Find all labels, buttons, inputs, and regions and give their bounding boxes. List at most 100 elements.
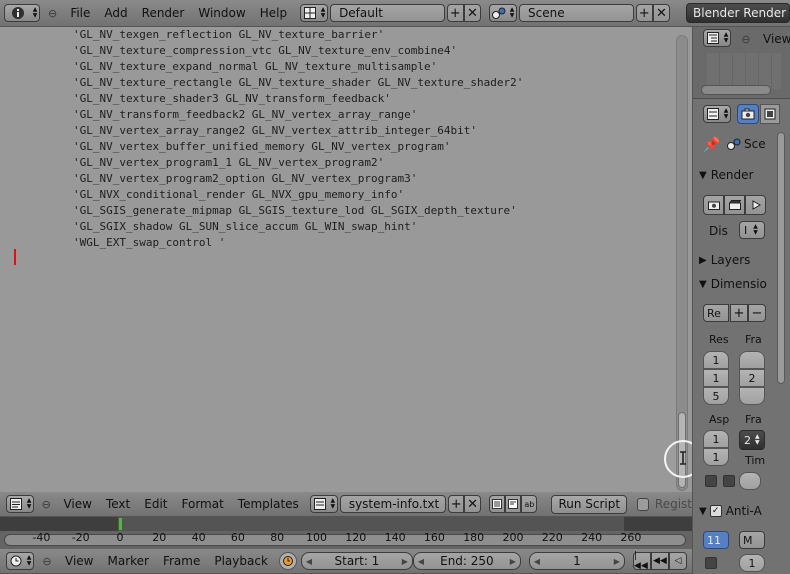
chevron-updown-icon: ▲ ▼ <box>32 6 38 19</box>
timeline-type-button[interactable]: ▲ ▼ <box>6 552 34 570</box>
resolution-x-field[interactable]: 1 <box>703 351 729 369</box>
render-animation-button[interactable] <box>724 195 745 215</box>
jump-start-button[interactable]: |◀◀ <box>632 551 651 571</box>
jump-keyframe-back-button[interactable]: ◀◀ <box>650 552 669 570</box>
crop-checkbox[interactable] <box>723 475 735 487</box>
antialiasing-checkbox[interactable]: ✓ <box>709 505 722 517</box>
code-line: 'GL_NV_texture_compression_vtc GL_NV_tex… <box>73 44 458 57</box>
frame-range-label: Fra <box>745 333 762 346</box>
editor-type-button[interactable]: ▲ ▼ <box>4 4 40 22</box>
outliner-grid <box>707 53 781 89</box>
text-editor-type-button[interactable]: ▲ ▼ <box>6 495 34 513</box>
current-frame-field[interactable]: ◀ 1 ▶ <box>528 552 625 570</box>
frame-end-field[interactable]: 2 <box>739 369 765 387</box>
run-script-button[interactable]: Run Script <box>551 494 628 514</box>
scene-field[interactable]: Scene <box>519 4 634 22</box>
screen-layout-field[interactable]: Default <box>330 4 445 22</box>
word-wrap-toggle[interactable] <box>504 495 522 513</box>
text-menu-item-1[interactable]: Text <box>99 497 137 511</box>
render-panel-header[interactable]: ▼ Render <box>699 165 789 185</box>
aspect-y-field[interactable]: 1 <box>703 448 729 466</box>
text-menu-item-0[interactable]: View <box>56 497 98 511</box>
time-old-field[interactable] <box>739 472 761 490</box>
collapse-menus-icon[interactable]: ⊖ <box>40 554 54 568</box>
play-render-button[interactable] <box>745 195 766 215</box>
add-preset-button[interactable]: + <box>730 304 748 322</box>
text-menu-item-2[interactable]: Edit <box>137 497 174 511</box>
display-dropdown[interactable]: I ▲ ▼ <box>739 221 765 239</box>
timeline-menu-item-2[interactable]: Frame <box>156 554 207 568</box>
line-numbers-toggle[interactable] <box>488 495 505 513</box>
text-datablock-button[interactable]: ▲ ▼ <box>309 495 338 513</box>
current-frame-indicator[interactable] <box>118 518 122 530</box>
antialiasing-panel-header[interactable]: ▼ ✓ Anti-A <box>699 501 789 521</box>
aa-samples-button[interactable]: 11 <box>703 531 729 549</box>
top-menu-item-2[interactable]: Render <box>135 6 192 20</box>
add-scene-button[interactable]: + <box>635 4 653 22</box>
dimensions-panel-header[interactable]: ▼ Dimensio <box>699 274 789 294</box>
timeline[interactable]: -40 -20 0 20 40 60 80 100 120 140 160 180 200 220 240 2… <box>0 517 692 549</box>
render-preset-dropdown[interactable]: Re <box>703 304 729 322</box>
render-context-button[interactable] <box>737 104 759 124</box>
add-screen-button[interactable]: + <box>446 4 464 22</box>
code-line: 'GL_SGIS_generate_mipmap GL_SGIS_texture… <box>73 204 517 217</box>
top-menu-item-0[interactable]: File <box>63 6 97 20</box>
new-text-button[interactable]: + <box>448 495 465 513</box>
render-layers-icon <box>764 108 776 120</box>
render-layers-context-button[interactable] <box>760 104 780 124</box>
render-still-button[interactable] <box>703 195 724 215</box>
full-sample-checkbox[interactable] <box>705 557 717 569</box>
sync-icon[interactable] <box>278 552 297 570</box>
syntax-highlight-toggle[interactable]: ab <box>521 495 538 513</box>
aspect-x-field[interactable]: 1 <box>703 430 729 448</box>
aa-filter-dropdown[interactable]: M <box>739 531 765 549</box>
layers-panel-header[interactable]: ▶ Layers <box>699 250 789 270</box>
current-frame-label: 1 <box>573 554 581 568</box>
play-reverse-button[interactable]: ◁ <box>668 552 687 570</box>
top-menu-item-3[interactable]: Window <box>191 6 252 20</box>
text-content: 'GL_NV_texgen_reflection GL_NV_texture_b… <box>73 27 523 251</box>
collapse-menus-icon[interactable]: ⊖ <box>40 497 52 511</box>
frame-range <box>118 517 624 531</box>
top-menu-item-4[interactable]: Help <box>253 6 294 20</box>
resolution-y-field[interactable]: 1 <box>703 369 729 387</box>
frame-rate-dropdown[interactable]: 2 ▲ ▼ <box>739 430 765 450</box>
timeline-menu-item-0[interactable]: View <box>58 554 100 568</box>
frame-step-field[interactable] <box>739 387 765 405</box>
properties-type-button[interactable]: ▲ ▼ <box>703 105 731 123</box>
timeline-menu-item-1[interactable]: Marker <box>100 554 155 568</box>
text-menu-item-4[interactable]: Templates <box>231 497 306 511</box>
collapse-menus-icon[interactable]: ⊖ <box>46 6 59 20</box>
code-line: 'GL_NV_vertex_program2_option GL_NV_vert… <box>73 172 418 185</box>
vertical-scrollbar[interactable] <box>676 35 688 491</box>
clock-icon <box>7 552 25 570</box>
frame-start-field[interactable] <box>739 351 765 369</box>
resolution-percent-field[interactable]: 5 <box>703 387 729 405</box>
start-frame-field[interactable]: ◀ Start: 1 ▶ <box>300 552 413 570</box>
remove-screen-button[interactable]: ✕ <box>463 4 482 22</box>
timeline-menu-item-3[interactable]: Playback <box>207 554 275 568</box>
filename-field[interactable]: system-info.txt <box>339 495 447 513</box>
unlink-text-button[interactable]: ✕ <box>464 495 481 513</box>
register-checkbox[interactable] <box>637 497 649 511</box>
remove-scene-button[interactable]: ✕ <box>652 4 670 22</box>
properties-scrollbar[interactable] <box>777 132 785 384</box>
text-menu-item-3[interactable]: Format <box>175 497 231 511</box>
remove-preset-button[interactable]: − <box>748 304 766 322</box>
timeline-tick-label: 220 <box>541 531 563 544</box>
code-line: 'GL_NV_vertex_buffer_unified_memory GL_N… <box>73 140 451 153</box>
text-cursor <box>14 249 16 265</box>
end-frame-field[interactable]: ◀ End: 250 ▶ <box>412 552 521 570</box>
screen-layout-type-button[interactable]: ▲ ▼ <box>300 4 329 22</box>
code-line: 'GL_NV_transform_feedback2 GL_NV_vertex_… <box>73 108 418 121</box>
render-engine-dropdown[interactable]: Blender Render <box>686 3 790 23</box>
scene-type-button[interactable]: ▲ ▼ <box>489 4 518 22</box>
outliner-view-menu[interactable]: View <box>763 32 790 46</box>
pin-icon[interactable]: 📌 <box>703 137 720 153</box>
outliner-scrollbar[interactable] <box>701 85 771 95</box>
top-menu-item-1[interactable]: Add <box>97 6 134 20</box>
outliner-type-button[interactable]: ▲ ▼ <box>703 29 731 47</box>
border-checkbox[interactable] <box>705 475 717 487</box>
text-editor-area[interactable]: 'GL_NV_texgen_reflection GL_NV_texture_b… <box>0 27 692 492</box>
aa-filter-size-field[interactable]: 1 <box>739 554 765 572</box>
